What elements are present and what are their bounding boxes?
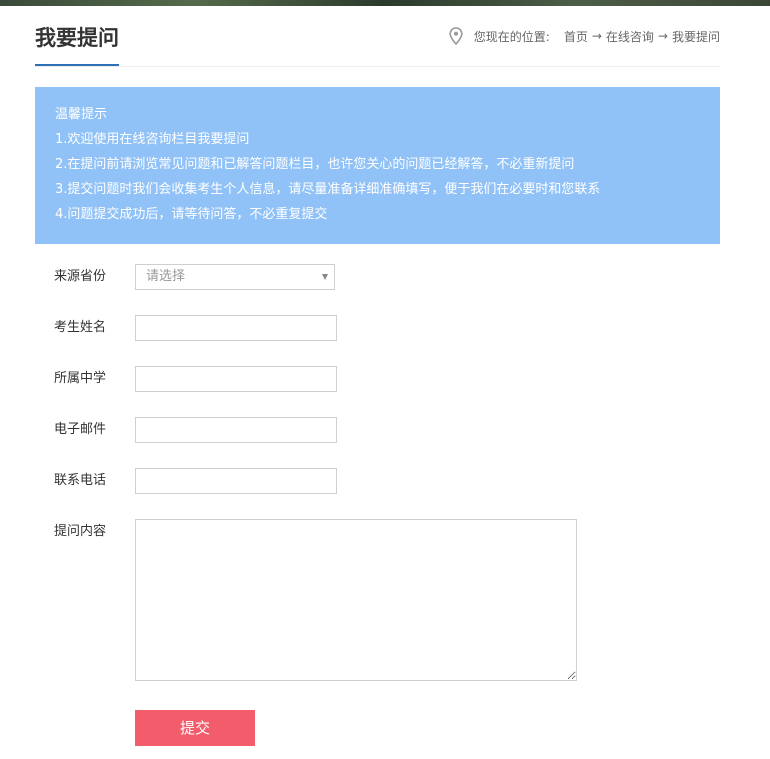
notice-line: 1.欢迎使用在线咨询栏目我要提问 bbox=[55, 132, 250, 147]
breadcrumb-consult-link[interactable]: 在线咨询 bbox=[606, 28, 654, 45]
breadcrumb-current[interactable]: 我要提问 bbox=[672, 28, 720, 45]
page-header: 我要提问 您现在的位置: 首页 → 在线咨询 → 我要提问 bbox=[35, 6, 720, 67]
school-input[interactable] bbox=[135, 366, 337, 392]
province-select[interactable]: 请选择 bbox=[135, 264, 335, 290]
email-label: 电子邮件 bbox=[54, 422, 107, 437]
title-underline bbox=[35, 64, 119, 66]
breadcrumb: 您现在的位置: 首页 → 在线咨询 → 我要提问 bbox=[449, 26, 720, 46]
breadcrumb-separator: → bbox=[591, 29, 602, 43]
breadcrumb-home-link[interactable]: 首页 bbox=[564, 28, 588, 45]
content-label: 提问内容 bbox=[54, 524, 107, 539]
map-pin-icon bbox=[449, 27, 463, 46]
notice-line: 4.问题提交成功后，请等待问答，不必重复提交 bbox=[55, 207, 328, 222]
province-select-value: 请选择 bbox=[146, 269, 186, 284]
caret-down-icon bbox=[322, 274, 328, 280]
content-textarea[interactable] bbox=[135, 519, 577, 681]
phone-label: 联系电话 bbox=[54, 473, 107, 488]
name-label: 考生姓名 bbox=[54, 320, 107, 335]
breadcrumb-prefix: 您现在的位置: bbox=[473, 29, 550, 44]
notice-heading: 温馨提示 bbox=[55, 107, 108, 122]
name-input[interactable] bbox=[135, 315, 337, 341]
school-label: 所属中学 bbox=[54, 371, 107, 386]
phone-input[interactable] bbox=[135, 468, 337, 494]
email-input[interactable] bbox=[135, 417, 337, 443]
submit-button[interactable]: 提交 bbox=[135, 710, 255, 746]
province-label: 来源省份 bbox=[54, 269, 107, 284]
notice-line: 2.在提问前请浏览常见问题和已解答问题栏目，也许您关心的问题已经解答，不必重新提… bbox=[55, 157, 575, 172]
notice-line: 3.提交问题时我们会收集考生个人信息，请尽量准备详细准确填写，便于我们在必要时和… bbox=[55, 182, 601, 197]
breadcrumb-separator: → bbox=[657, 29, 668, 43]
notice-box: 温馨提示 1.欢迎使用在线咨询栏目我要提问 2.在提问前请浏览常见问题和已解答问… bbox=[35, 87, 720, 244]
page-title: 我要提问 bbox=[35, 26, 119, 50]
